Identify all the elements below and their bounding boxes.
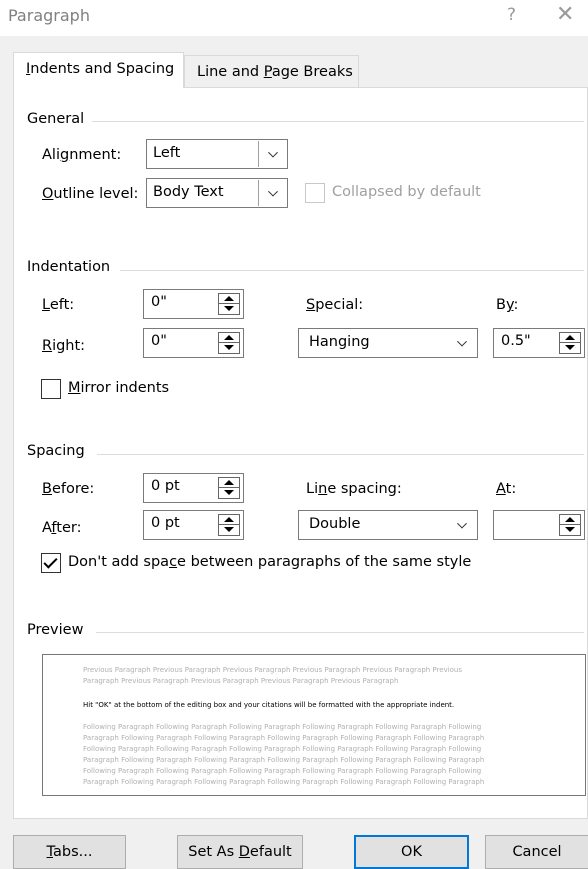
by-label: By: — [496, 297, 519, 313]
special-label: Special: — [306, 297, 364, 313]
by-spinner[interactable]: 0.5" — [493, 328, 585, 358]
general-divider — [92, 121, 584, 122]
special-dropdown[interactable]: Hanging — [298, 328, 478, 358]
chevron-down-icon[interactable] — [448, 330, 476, 356]
tab-line-and-page-breaks[interactable]: Line and Page Breaks — [184, 55, 359, 88]
line-spacing-value: Double — [309, 516, 361, 532]
outline-level-label: Outline level: — [42, 186, 139, 202]
spacing-group-title: Spacing — [27, 443, 91, 459]
at-spinner[interactable] — [493, 510, 585, 540]
chevron-down-icon[interactable] — [258, 141, 286, 167]
alignment-label: Alignment: — [42, 147, 122, 163]
spin-down-icon[interactable] — [219, 488, 239, 498]
ok-button[interactable]: OK — [354, 835, 469, 869]
dialog-title: Paragraph — [8, 6, 90, 25]
collapsed-by-default-checkbox[interactable] — [305, 183, 325, 203]
spin-down-icon[interactable] — [560, 343, 580, 353]
outline-level-value: Body Text — [153, 184, 224, 200]
left-indent-spinner[interactable]: 0" — [143, 289, 244, 319]
spin-up-icon[interactable] — [560, 333, 580, 343]
indentation-divider — [120, 270, 584, 271]
spin-down-icon[interactable] — [219, 304, 239, 314]
before-spinner[interactable]: 0 pt — [143, 473, 244, 503]
preview-divider — [96, 632, 584, 633]
after-spinner[interactable]: 0 pt — [143, 510, 244, 540]
general-group-title: General — [27, 111, 91, 127]
alignment-value: Left — [153, 145, 181, 161]
spin-up-icon[interactable] — [560, 515, 580, 525]
at-label: At: — [496, 481, 517, 497]
line-spacing-dropdown[interactable]: Double — [298, 510, 478, 540]
spin-down-icon[interactable] — [219, 343, 239, 353]
preview-following-paragraph: Following Paragraph Following Paragraph … — [83, 723, 485, 786]
chevron-down-icon[interactable] — [258, 180, 286, 206]
before-value: 0 pt — [151, 478, 180, 494]
preview-box: Previous Paragraph Previous Paragraph Pr… — [42, 654, 586, 796]
after-value: 0 pt — [151, 515, 180, 531]
special-value: Hanging — [309, 334, 370, 350]
left-indent-label: Left: — [42, 297, 75, 313]
right-indent-label: Right: — [42, 338, 86, 354]
chevron-down-icon[interactable] — [448, 512, 476, 538]
preview-previous-paragraph: Previous Paragraph Previous Paragraph Pr… — [83, 666, 463, 685]
mirror-indents-checkbox[interactable] — [41, 379, 61, 399]
mirror-indents-label: Mirror indents — [68, 380, 170, 396]
line-spacing-label: Line spacing: — [306, 481, 402, 497]
by-value: 0.5" — [501, 333, 531, 349]
spin-up-icon[interactable] — [219, 515, 239, 525]
spin-up-icon[interactable] — [219, 333, 239, 343]
indentation-group-title: Indentation — [27, 259, 117, 275]
right-indent-value: 0" — [151, 333, 167, 349]
left-indent-value: 0" — [151, 294, 167, 310]
set-as-default-button[interactable]: Set As Default — [177, 835, 303, 869]
after-label: After: — [42, 520, 82, 536]
checkmark-icon — [43, 554, 58, 569]
outline-level-dropdown[interactable]: Body Text — [146, 178, 288, 208]
spin-down-icon[interactable] — [219, 525, 239, 535]
tabs-button[interactable]: Tabs... — [13, 835, 126, 869]
spin-up-icon[interactable] — [219, 294, 239, 304]
preview-main-paragraph: Hit "OK" at the bottom of the editing bo… — [83, 701, 455, 709]
spin-down-icon[interactable] — [560, 525, 580, 535]
spin-up-icon[interactable] — [219, 478, 239, 488]
alignment-dropdown[interactable]: Left — [146, 139, 288, 169]
collapsed-by-default-label: Collapsed by default — [332, 184, 481, 200]
before-label: Before: — [42, 481, 95, 497]
close-icon[interactable]: ✕ — [556, 2, 574, 27]
right-indent-spinner[interactable]: 0" — [143, 328, 244, 358]
spacing-divider — [97, 454, 584, 455]
cancel-button[interactable]: Cancel — [485, 835, 588, 869]
dont-add-space-label: Don't add space between paragraphs of th… — [68, 554, 472, 570]
tab-indents-and-spacing[interactable]: Indents and Spacing — [13, 52, 184, 88]
help-icon[interactable]: ? — [507, 5, 516, 25]
preview-group-title: Preview — [27, 622, 90, 638]
dont-add-space-checkbox[interactable] — [41, 553, 61, 573]
